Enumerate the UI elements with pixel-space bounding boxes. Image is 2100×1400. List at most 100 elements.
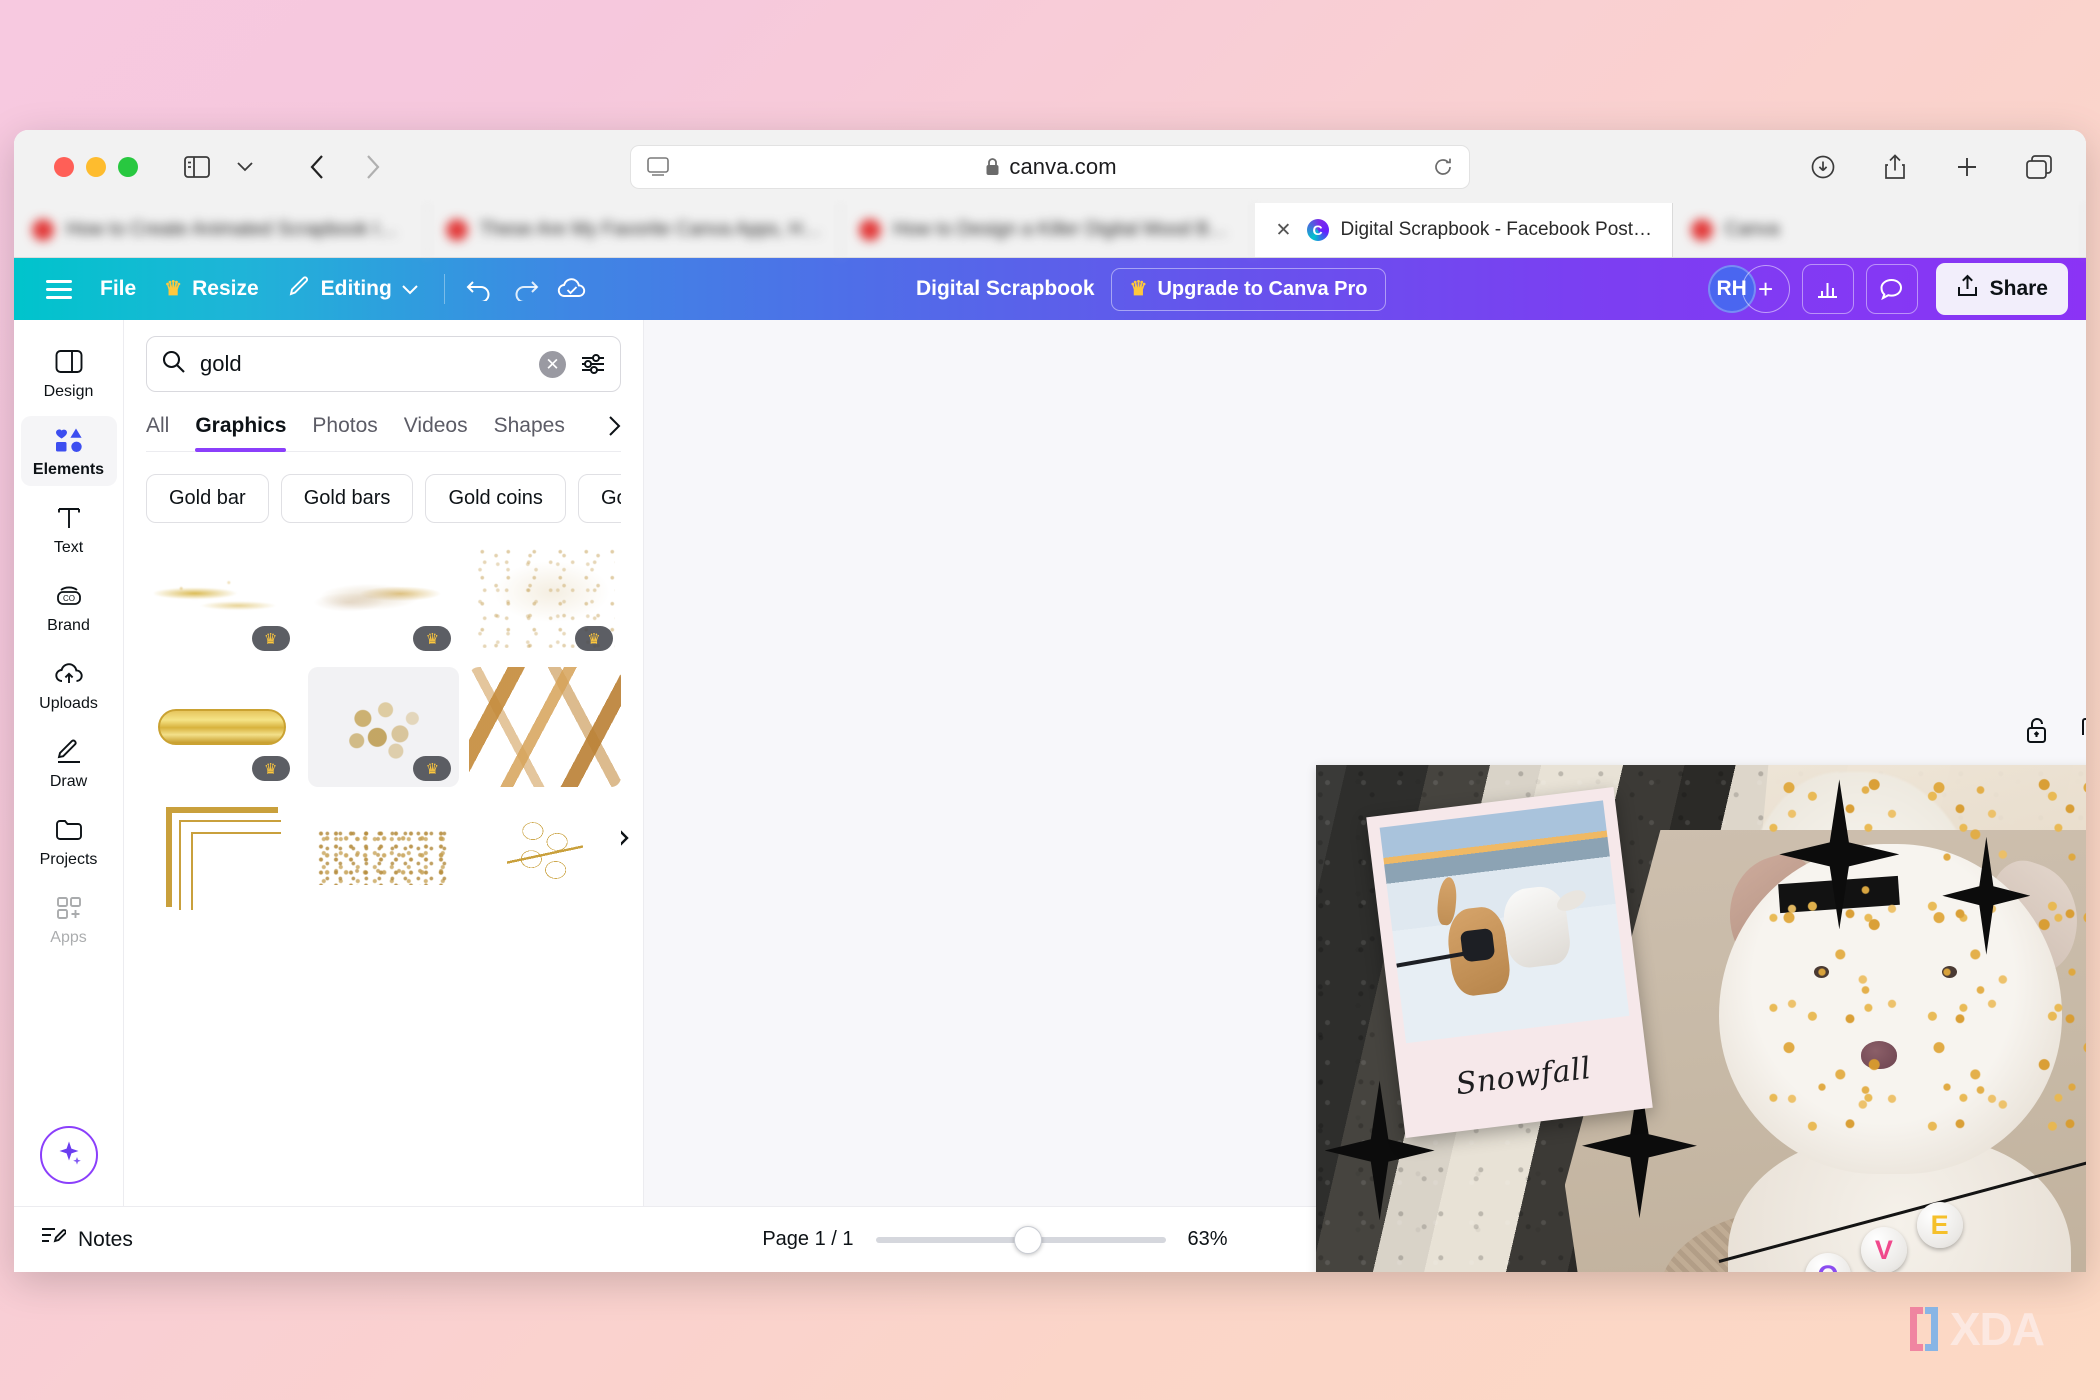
love-bead-v[interactable]: V — [1860, 1227, 1907, 1272]
undo-icon[interactable] — [457, 266, 503, 312]
pencil-draw-icon — [55, 737, 83, 767]
tab-videos[interactable]: Videos — [404, 414, 468, 451]
graphic-result-item-hovered[interactable]: ♛ — [307, 667, 460, 787]
notes-label: Notes — [78, 1227, 133, 1251]
tab-title: Canva — [1724, 219, 1780, 240]
filter-sliders-icon[interactable] — [580, 352, 606, 376]
chevron-down-icon[interactable] — [222, 147, 268, 187]
zoom-slider-thumb[interactable] — [1013, 1225, 1042, 1254]
share-icon[interactable] — [1872, 147, 1918, 187]
love-bead-e[interactable]: E — [1916, 1202, 1963, 1249]
close-tab-icon[interactable]: ✕ — [1273, 219, 1295, 241]
canva-left-rail: Design Elements Text CO Brand Uploads Dr… — [14, 320, 124, 1206]
lock-icon — [985, 157, 1000, 176]
magic-sparkle-icon — [55, 1139, 83, 1172]
crown-icon: ♛ — [164, 278, 183, 300]
polaroid-photo-frame[interactable]: Snowfall — [1365, 786, 1653, 1138]
tab-overview-icon[interactable] — [2016, 147, 2062, 187]
zoom-slider[interactable] — [875, 1225, 1166, 1254]
upgrade-to-pro-button[interactable]: ♛ Upgrade to Canva Pro — [1110, 267, 1387, 311]
browser-tab[interactable]: How to Create Animated Scrapbook Image — [14, 203, 428, 257]
elements-search-panel: gold ✕ All Graphics Photos Videos Shapes — [124, 320, 644, 1206]
graphic-result-item[interactable] — [469, 797, 621, 917]
file-menu-button[interactable]: File — [86, 270, 150, 308]
sidebar-item-elements[interactable]: Elements — [20, 416, 117, 486]
close-window-button[interactable] — [54, 156, 74, 177]
browser-tab-active[interactable]: ✕ C Digital Scrapbook - Facebook Post - … — [1254, 203, 1673, 257]
sidebar-item-projects[interactable]: Projects — [21, 806, 117, 876]
file-menu-label: File — [100, 277, 137, 300]
reader-view-icon[interactable] — [647, 156, 669, 177]
cloud-check-icon[interactable] — [549, 266, 595, 312]
canvas-workspace[interactable]: Snowfall L O V E — [644, 320, 2086, 1272]
tab-photos[interactable]: Photos — [312, 414, 377, 451]
graphic-result-item[interactable]: ♛ — [146, 537, 298, 657]
graphics-results-grid: ♛ ♛ ♛ ♛ ♛ — [146, 537, 621, 917]
elements-shapes-icon — [54, 425, 84, 455]
back-chevron-icon[interactable] — [294, 147, 340, 187]
minimize-window-button[interactable] — [86, 156, 106, 177]
graphic-result-item[interactable]: ♛ — [469, 537, 621, 657]
resize-button[interactable]: ♛ Resize — [150, 270, 272, 308]
maximize-window-button[interactable] — [118, 156, 138, 177]
hamburger-menu-icon[interactable] — [32, 270, 86, 309]
window-traffic-lights — [54, 156, 138, 177]
sidebar-item-brand[interactable]: CO Brand — [21, 572, 117, 642]
sidebar-item-apps[interactable]: Apps — [21, 884, 117, 954]
share-label: Share — [1989, 277, 2048, 300]
graphic-result-item[interactable]: ♛ — [307, 537, 460, 657]
sidebar-label: Brand — [47, 617, 90, 634]
unlock-page-icon[interactable] — [2024, 716, 2051, 750]
chip-gold-partial[interactable]: Go — [577, 474, 621, 523]
reload-icon[interactable] — [1433, 157, 1453, 177]
download-icon[interactable] — [1800, 147, 1846, 187]
chip-gold-bars[interactable]: Gold bars — [280, 474, 414, 523]
search-suggestion-chips: Gold bar Gold bars Gold coins Go — [146, 452, 621, 537]
tab-all[interactable]: All — [146, 414, 169, 451]
sidebar-item-design[interactable]: Design — [21, 338, 117, 408]
notes-button[interactable]: Notes — [40, 1225, 133, 1255]
brand-radio-icon: CO — [54, 581, 84, 611]
graphic-result-item[interactable] — [146, 797, 298, 917]
editing-mode-button[interactable]: Editing — [273, 267, 432, 311]
forward-chevron-icon[interactable] — [350, 147, 396, 187]
svg-text:CO: CO — [63, 594, 75, 603]
share-button[interactable]: Share — [1935, 263, 2068, 315]
graphic-result-item[interactable]: ♛ — [146, 667, 298, 787]
browser-tab[interactable]: How to Design a Killer Digital Mood Boar… — [841, 203, 1255, 257]
chip-gold-bar[interactable]: Gold bar — [146, 474, 269, 523]
address-bar[interactable]: canva.com — [630, 144, 1470, 189]
gold-bar-pill-graphic — [158, 709, 286, 745]
duplicate-page-icon[interactable] — [2079, 716, 2086, 750]
new-tab-plus-icon[interactable] — [1944, 147, 1990, 187]
gold-marble-texture-graphic — [469, 667, 621, 787]
search-input[interactable]: gold ✕ — [146, 336, 621, 392]
tab-shapes[interactable]: Shapes — [494, 414, 565, 451]
tab-title: How to Design a Killer Digital Mood Boar… — [893, 219, 1236, 240]
upload-share-icon — [1956, 274, 1979, 304]
chevron-right-icon[interactable] — [608, 416, 621, 449]
tab-graphics[interactable]: Graphics — [195, 414, 287, 452]
graphic-result-item[interactable] — [307, 797, 460, 917]
browser-tab[interactable]: Canva — [1673, 203, 2086, 257]
sidebar-item-text[interactable]: Text — [21, 494, 117, 564]
clear-x-icon[interactable]: ✕ — [539, 350, 566, 378]
gold-glitter-wave-graphic — [153, 561, 291, 633]
graphic-result-item[interactable] — [469, 667, 621, 787]
design-page-canvas[interactable]: Snowfall L O V E — [1316, 765, 2086, 1272]
analytics-bar-chart-icon[interactable] — [1801, 264, 1854, 314]
sidebar-toggle-icon[interactable] — [174, 147, 220, 187]
dog-harness — [1459, 927, 1495, 962]
magic-studio-fab[interactable] — [39, 1126, 98, 1184]
document-title[interactable]: Digital Scrapbook — [916, 277, 1095, 301]
browser-tab[interactable]: These Are My Favorite Canva Apps, Here's… — [428, 203, 841, 257]
search-input-value[interactable]: gold — [200, 351, 525, 377]
sidebar-item-uploads[interactable]: Uploads — [21, 650, 117, 720]
canva-favicon-icon: C — [1306, 219, 1329, 241]
comment-bubble-icon[interactable] — [1865, 264, 1918, 314]
sidebar-item-draw[interactable]: Draw — [21, 728, 117, 798]
redo-icon[interactable] — [503, 266, 549, 312]
chip-gold-coins[interactable]: Gold coins — [425, 474, 566, 523]
add-collaborator-plus-icon[interactable]: + — [1741, 265, 1790, 313]
zoom-level-value[interactable]: 63% — [1188, 1228, 1244, 1251]
